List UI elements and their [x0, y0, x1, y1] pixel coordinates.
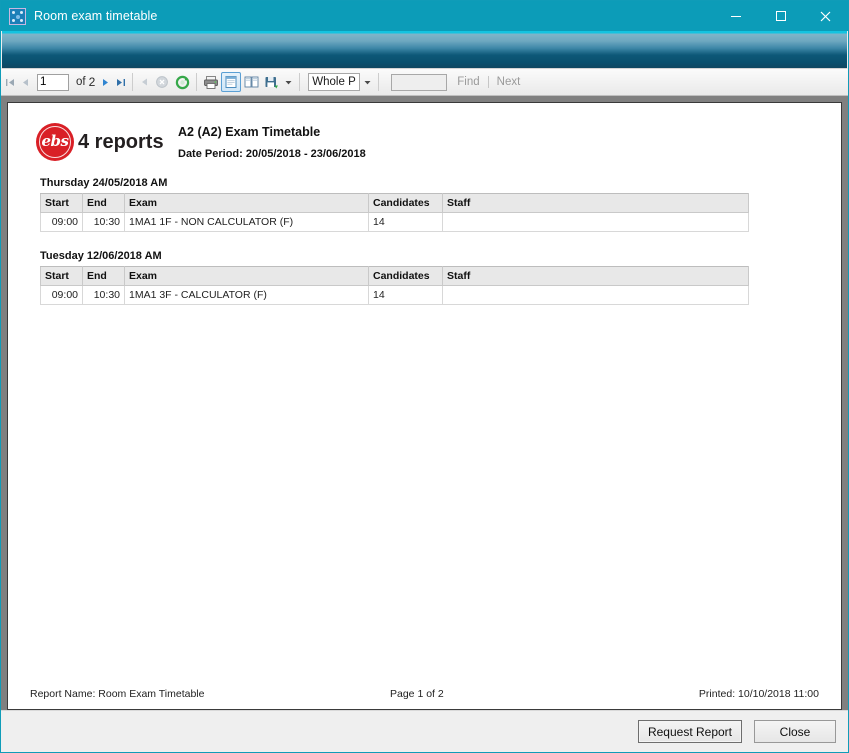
cell-exam: 1MA1 3F - CALCULATOR (F): [125, 286, 369, 305]
request-report-button[interactable]: Request Report: [638, 720, 742, 743]
window-controls: [713, 1, 848, 31]
search-input[interactable]: [391, 74, 447, 91]
toolbar-divider: [378, 73, 379, 91]
report-content: Thursday 24/05/2018 AM Start End Exam Ca…: [8, 161, 841, 305]
dialog-button-bar: Request Report Close: [1, 710, 848, 752]
toolbar-divider: [196, 73, 197, 91]
zoom-dropdown-icon[interactable]: [360, 73, 374, 91]
app-window-icon: [9, 8, 26, 25]
first-page-icon[interactable]: [3, 73, 18, 92]
table-header-row: Start End Exam Candidates Staff: [41, 267, 749, 286]
ebs-logo-text: 4 reports: [78, 131, 164, 154]
page-layout-icon[interactable]: [221, 72, 241, 92]
find-button[interactable]: Find: [457, 76, 479, 88]
previous-page-icon[interactable]: [18, 73, 33, 92]
stop-icon[interactable]: [152, 72, 172, 92]
last-page-icon[interactable]: [113, 73, 128, 92]
next-page-icon[interactable]: [98, 73, 113, 92]
cell-staff: [443, 213, 749, 232]
footer-page-info: Page 1 of 2: [390, 688, 699, 700]
close-button[interactable]: [803, 1, 848, 31]
exam-day-section: Tuesday 12/06/2018 AM Start End Exam Can…: [40, 250, 841, 305]
column-header-exam: Exam: [125, 194, 369, 213]
exam-table: Start End Exam Candidates Staff 09:00 10…: [40, 193, 749, 232]
ebs-logo-mark-text: ebs: [42, 132, 69, 150]
column-header-staff: Staff: [443, 267, 749, 286]
column-header-start: Start: [41, 194, 83, 213]
section-heading: Thursday 24/05/2018 AM: [40, 177, 841, 189]
maximize-button[interactable]: [758, 1, 803, 31]
export-dropdown-icon[interactable]: [281, 73, 295, 91]
footer-printed: Printed: 10/10/2018 11:00: [699, 688, 819, 700]
table-header-row: Start End Exam Candidates Staff: [41, 194, 749, 213]
cell-end: 10:30: [83, 286, 125, 305]
column-header-start: Start: [41, 267, 83, 286]
zoom-select[interactable]: Whole P: [308, 73, 360, 91]
column-header-exam: Exam: [125, 267, 369, 286]
ebs-logo: ebs 4 reports: [36, 123, 178, 161]
close-button-dialog[interactable]: Close: [754, 720, 836, 743]
report-date-period: Date Period: 20/05/2018 - 23/06/2018: [178, 148, 366, 160]
total-page-count: 2: [89, 75, 96, 89]
export-save-icon[interactable]: [261, 72, 281, 92]
refresh-icon[interactable]: [172, 72, 192, 92]
report-toolbar: of 2: [1, 69, 848, 96]
report-viewer-window: Room exam timetable: [0, 0, 849, 753]
print-icon[interactable]: [201, 72, 221, 92]
cell-end: 10:30: [83, 213, 125, 232]
page-number-input[interactable]: [37, 74, 69, 91]
report-title-block: A2 (A2) Exam Timetable Date Period: 20/0…: [178, 123, 366, 160]
window-title: Room exam timetable: [34, 9, 157, 23]
report-footer: Report Name: Room Exam Timetable Page 1 …: [8, 688, 841, 700]
print-layout-icon[interactable]: [241, 72, 261, 92]
column-header-end: End: [83, 267, 125, 286]
find-next-button[interactable]: Next: [497, 76, 521, 88]
report-page: ebs 4 reports A2 (A2) Exam Timetable Dat…: [7, 102, 842, 710]
branding-banner: [2, 31, 847, 69]
minimize-button[interactable]: [713, 1, 758, 31]
column-header-candidates: Candidates: [369, 267, 443, 286]
toolbar-divider: [299, 73, 300, 91]
column-header-candidates: Candidates: [369, 194, 443, 213]
section-heading: Tuesday 12/06/2018 AM: [40, 250, 841, 262]
report-title: A2 (A2) Exam Timetable: [178, 125, 366, 139]
exam-day-section: Thursday 24/05/2018 AM Start End Exam Ca…: [40, 177, 841, 232]
ebs-logo-mark: ebs: [36, 123, 74, 161]
cell-candidates: 14: [369, 286, 443, 305]
column-header-staff: Staff: [443, 194, 749, 213]
find-divider: [488, 76, 489, 88]
cell-start: 09:00: [41, 286, 83, 305]
cell-exam: 1MA1 1F - NON CALCULATOR (F): [125, 213, 369, 232]
footer-report-name: Report Name: Room Exam Timetable: [30, 688, 390, 700]
table-row: 09:00 10:30 1MA1 3F - CALCULATOR (F) 14: [41, 286, 749, 305]
title-bar: Room exam timetable: [1, 1, 848, 31]
column-header-end: End: [83, 194, 125, 213]
toolbar-divider: [132, 73, 133, 91]
cell-start: 09:00: [41, 213, 83, 232]
of-label: of: [76, 76, 86, 88]
cell-staff: [443, 286, 749, 305]
table-row: 09:00 10:30 1MA1 1F - NON CALCULATOR (F)…: [41, 213, 749, 232]
exam-table: Start End Exam Candidates Staff 09:00 10…: [40, 266, 749, 305]
report-scroll-area[interactable]: ebs 4 reports A2 (A2) Exam Timetable Dat…: [1, 96, 848, 710]
back-arrow-icon[interactable]: [137, 73, 152, 92]
report-header: ebs 4 reports A2 (A2) Exam Timetable Dat…: [8, 103, 841, 161]
cell-candidates: 14: [369, 213, 443, 232]
